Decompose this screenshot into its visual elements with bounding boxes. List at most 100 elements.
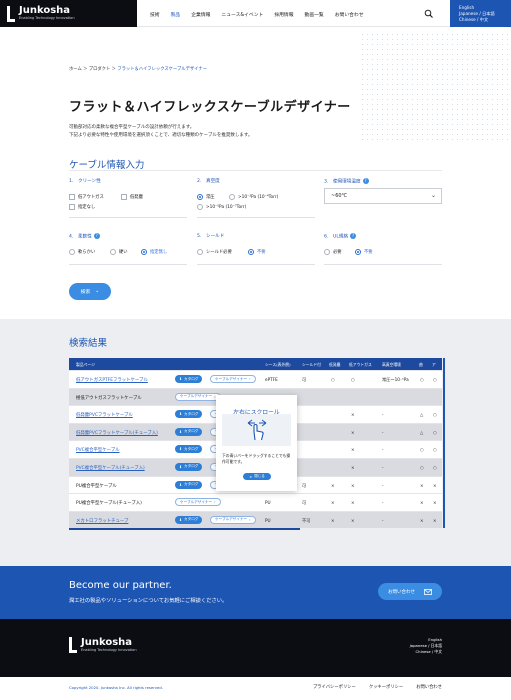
q4-soft[interactable]: 軟らかい (69, 249, 95, 255)
radio[interactable] (197, 249, 203, 255)
product-link[interactable]: 低発塵PVCフラットケーブル(チューブ入) (76, 430, 158, 436)
q6-required[interactable]: 必要 (324, 249, 342, 255)
q2-ultra[interactable]: >10⁻⁵Pa (10⁻⁷Torr) (197, 204, 246, 210)
cell-dust: × (331, 482, 335, 488)
cell-vac: - (382, 464, 384, 470)
footer-contact-link[interactable]: お問い合わせ (416, 684, 442, 690)
radio[interactable] (197, 194, 203, 200)
q5-not-required[interactable]: 不要 (248, 249, 266, 255)
close-icon: × (249, 474, 253, 479)
nav-contact[interactable]: お問い合わせ (335, 11, 364, 18)
temperature-select[interactable]: ~60℃ ⌄ (324, 188, 442, 204)
nav-news-events[interactable]: ニュース&イベント (221, 11, 263, 18)
search-icon[interactable] (424, 9, 434, 19)
q2-high[interactable]: >10⁻²Pa (10⁻⁴Torr) (229, 194, 278, 200)
horizontal-scrollbar[interactable] (69, 528, 300, 530)
radio[interactable] (324, 249, 330, 255)
crumb-products[interactable]: プロダクト (89, 67, 110, 72)
logo[interactable]: Junkosha Enabling Technology Innovation (0, 0, 137, 27)
cookie-policy-link[interactable]: クッキーポリシー (369, 684, 403, 690)
radio[interactable] (110, 249, 116, 255)
privacy-policy-link[interactable]: プライバシーポリシー (313, 684, 356, 690)
checkbox[interactable] (69, 204, 75, 210)
q1-low-outgas[interactable]: 低アウトガス (69, 194, 104, 200)
product-link[interactable]: PU複合平型ケーブル (76, 483, 117, 489)
lang-chinese[interactable]: Chinese / 中文 (459, 17, 511, 23)
nav-company[interactable]: 企業情報 (191, 11, 210, 18)
catalog-tag[interactable]: ⬇ カタログ (175, 410, 203, 419)
radio[interactable] (355, 249, 361, 255)
q2-divider (197, 217, 315, 218)
nav-products[interactable]: 製品 (171, 11, 181, 18)
nav-videos[interactable]: 動画一覧 (305, 11, 324, 18)
col-a: ア (432, 362, 436, 367)
radio[interactable] (248, 249, 254, 255)
product-link[interactable]: メカトロフラットチューブ (76, 518, 128, 524)
nav-technology[interactable]: 技術 (150, 11, 160, 18)
designer-tag[interactable]: ケーブルデザイナー› (175, 392, 221, 401)
vertical-scrollbar[interactable] (443, 358, 445, 528)
q3-label: 3. 使用環境温度? (324, 178, 369, 185)
q4-any[interactable]: 指定無し (141, 249, 167, 255)
cell-gas: ○ (351, 377, 355, 382)
cell-dust: × (331, 517, 335, 523)
page-lead: 可動部対応の柔軟な複合平型ケーブルの設計依頼が行えます。 下記より必要な特性や使… (69, 124, 369, 140)
modal-close-button[interactable]: × 閉じる (243, 473, 271, 480)
radio[interactable] (229, 194, 235, 200)
nav-careers[interactable]: 採用情報 (274, 11, 293, 18)
cell-gas: × (351, 429, 355, 435)
download-icon: ⬇ (179, 429, 183, 434)
contact-button[interactable]: お問い合わせ (378, 583, 442, 600)
crumb-current: フラット＆ハイフレックスケーブルデザイナー (117, 67, 207, 72)
cell-gas: × (351, 500, 355, 506)
designer-tag[interactable]: ケーブルデザイナー› (210, 375, 256, 383)
table-header: 製品ページ シース(表外層) シールド付 低発塵 低アウトガス 高真空環境 曲 … (69, 358, 442, 370)
product-link[interactable]: PU複合平型ケーブル(チューブ入) (76, 500, 142, 506)
q4-hard[interactable]: 硬い (110, 249, 128, 255)
chevron-down-icon: ⌄ (430, 192, 436, 199)
q1-label: 1. クリーン性 (69, 179, 101, 184)
radio[interactable] (69, 249, 75, 255)
cell-sheath: PU (265, 517, 271, 523)
cell-a: ○ (433, 429, 437, 435)
footer-lang-chinese[interactable]: Chinese / 中文 (410, 649, 442, 655)
designer-tag[interactable]: ケーブルデザイナー› (210, 515, 256, 524)
col-sheath: シース(表外層) (265, 362, 291, 367)
cell-vac: - (382, 482, 384, 488)
catalog-tag[interactable]: ⬇ カタログ (175, 515, 203, 524)
catalog-tag[interactable]: ⬇ カタログ (175, 462, 203, 471)
catalog-tag[interactable]: ⬇ カタログ (175, 427, 203, 436)
product-link[interactable]: 低アウトガスPTFEフラットケーブル (76, 377, 148, 383)
q5-label: 5. シールド (197, 234, 225, 239)
help-icon[interactable]: ? (350, 233, 357, 239)
help-icon[interactable]: ? (93, 233, 100, 239)
q1-none[interactable]: 指定なし (69, 204, 95, 210)
catalog-tag[interactable]: ⬇ カタログ (175, 480, 203, 489)
radio[interactable] (141, 249, 147, 255)
col-low-dust: 低発塵 (329, 362, 341, 367)
product-link[interactable]: PVC複合平型ケーブル(チューブ入) (76, 465, 145, 471)
q1-low-dust[interactable]: 低発塵 (121, 194, 143, 200)
checkbox[interactable] (121, 194, 127, 200)
help-icon[interactable]: ? (362, 178, 369, 184)
crumb-home[interactable]: ホーム (69, 67, 82, 72)
q6-not-required[interactable]: 不要 (355, 249, 373, 255)
catalog-tag[interactable]: ⬇ カタログ (175, 445, 203, 454)
col-low-outgas: 低アウトガス (349, 362, 372, 367)
checkbox[interactable] (69, 194, 75, 200)
product-link[interactable]: PVC複合平型ケーブル (76, 447, 120, 453)
partner-banner: Become our partner. 潤工社の製品やソリューションについてお気… (0, 566, 511, 619)
legal-bar: Copyright 2020. Junkosha Inc. All rights… (0, 677, 511, 700)
swipe-hand-icon (222, 414, 291, 446)
designer-tag[interactable]: ケーブルデザイナー› (175, 498, 221, 507)
search-button[interactable]: 検索 ⌄ (69, 283, 111, 300)
q2-normal[interactable]: 常圧 (197, 194, 215, 200)
cell-a: × (433, 500, 437, 506)
product-link[interactable]: 極低アウトガスフラットケーブル (76, 395, 142, 401)
catalog-tag[interactable]: ⬇ カタログ (175, 375, 203, 383)
radio[interactable] (197, 204, 203, 210)
product-link[interactable]: 低発塵PVCフラットケーブル (76, 412, 133, 418)
footer-logo[interactable]: Junkosha Enabling Technology Innovation (69, 637, 137, 653)
table-row: メカトロフラットチューブ ⬇ カタログ ケーブルデザイナー › PU 不可 × × - × × (69, 510, 442, 528)
q5-required[interactable]: シールド必要 (197, 249, 232, 255)
